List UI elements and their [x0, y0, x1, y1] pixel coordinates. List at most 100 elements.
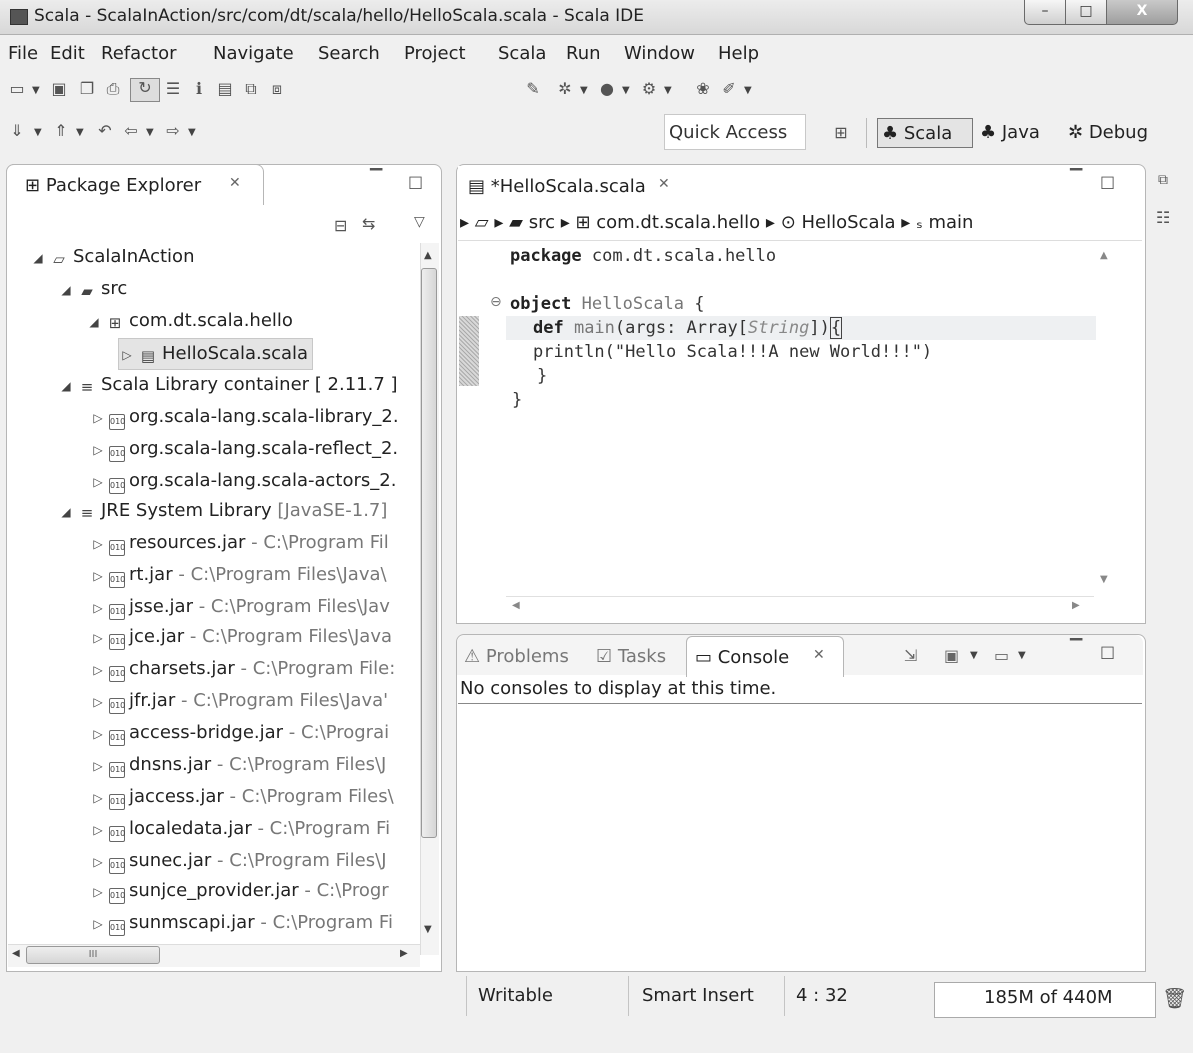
- minimize-button[interactable]: –: [1024, 0, 1066, 25]
- editor-horizontal-scrollbar[interactable]: [506, 596, 1094, 619]
- quick-access-input[interactable]: Quick Access: [664, 114, 806, 150]
- document-icon[interactable]: ▤: [216, 80, 234, 98]
- collapsed-icon[interactable]: ▷: [90, 815, 106, 845]
- minimize-view-icon[interactable]: ▔: [1070, 638, 1082, 657]
- new-dropdown-icon[interactable]: ▼: [32, 85, 40, 96]
- tab-problems[interactable]: ⚠ Problems: [464, 646, 569, 667]
- tree-item-jar[interactable]: ▷ 010 jfr.jar - C:\Program Files\Java': [90, 686, 388, 716]
- editor-tab[interactable]: ▤ *HelloScala.scala ✕: [458, 166, 684, 204]
- next-annotation-dropdown-icon[interactable]: ▼: [34, 127, 42, 138]
- scroll-left-icon[interactable]: ◀: [12, 948, 20, 959]
- debug-dropdown-icon[interactable]: ▼: [580, 85, 588, 96]
- view-menu-icon[interactable]: ▽: [414, 214, 425, 230]
- run-dropdown-icon[interactable]: ▼: [622, 85, 630, 96]
- collapsed-icon[interactable]: ▷: [90, 877, 106, 907]
- menu-file[interactable]: File: [8, 43, 38, 64]
- collapsed-icon[interactable]: ▷: [119, 340, 135, 370]
- expanded-icon[interactable]: ◢: [58, 275, 74, 305]
- collapsed-icon[interactable]: ▷: [90, 847, 106, 877]
- collapsed-icon[interactable]: ▷: [90, 529, 106, 559]
- tab-console[interactable]: ▭ Console ✕: [686, 636, 844, 677]
- breadcrumb-package[interactable]: com.dt.scala.hello: [596, 212, 760, 233]
- scroll-down-icon[interactable]: ▼: [424, 924, 432, 935]
- tree-item-jar[interactable]: ▷ 010 access-bridge.jar - C:\Prograi: [90, 718, 389, 748]
- close-tab-icon[interactable]: ✕: [229, 175, 241, 191]
- breadcrumb-arrow-icon[interactable]: ▸: [460, 212, 475, 233]
- forward-dropdown-icon[interactable]: ▼: [188, 127, 196, 138]
- open-task-icon[interactable]: ⧈: [268, 80, 286, 98]
- collapse-all-icon[interactable]: ⊟: [334, 216, 347, 235]
- expanded-icon[interactable]: ◢: [30, 243, 46, 273]
- tree-item-scala-library[interactable]: ◢ ≡ Scala Library container [ 2.11.7 ]: [58, 370, 397, 401]
- collapsed-icon[interactable]: ▷: [90, 719, 106, 749]
- tree-item-jar[interactable]: ▷ 010 rt.jar - C:\Program Files\Java\: [90, 560, 387, 590]
- last-edit-icon[interactable]: ↶: [96, 122, 114, 140]
- tree-item-jar[interactable]: ▷ 010 localedata.jar - C:\Program Fi: [90, 814, 390, 844]
- horizontal-scroll-thumb[interactable]: III: [26, 946, 160, 964]
- menu-navigate[interactable]: Navigate: [213, 43, 294, 64]
- scroll-left-icon[interactable]: ◀: [512, 600, 520, 611]
- tree-item-jar[interactable]: ▷ 010 org.scala-lang.scala-actors_2.: [90, 466, 396, 496]
- tree-item-jar[interactable]: ▷ 010 charsets.jar - C:\Program File:: [90, 654, 395, 684]
- menu-window[interactable]: Window: [624, 43, 695, 64]
- tree-item-jar[interactable]: ▷ 010 resources.jar - C:\Program Fil: [90, 528, 389, 558]
- tree-item-src[interactable]: ◢ ▰ src: [58, 274, 127, 304]
- open-perspective-icon[interactable]: ⊞: [832, 124, 850, 142]
- scroll-up-icon[interactable]: ▲: [424, 250, 432, 261]
- package-explorer-tab[interactable]: ⊞ Package Explorer ✕: [6, 164, 264, 205]
- menu-run[interactable]: Run: [566, 43, 601, 64]
- toggle-mark-icon[interactable]: ↻: [130, 78, 160, 102]
- breadcrumb-method[interactable]: main: [928, 212, 973, 233]
- run-icon[interactable]: ●: [598, 80, 616, 98]
- collapsed-icon[interactable]: ▷: [90, 909, 106, 939]
- collapsed-icon[interactable]: ▷: [90, 751, 106, 781]
- breadcrumb-class[interactable]: HelloScala: [802, 212, 896, 233]
- save-icon[interactable]: ▣: [50, 80, 68, 98]
- open-console-icon[interactable]: ▭: [994, 646, 1009, 665]
- menu-refactor[interactable]: Refactor: [101, 43, 177, 64]
- menu-scala[interactable]: Scala: [498, 43, 546, 64]
- breadcrumb-arrow-icon[interactable]: ▸: [555, 212, 575, 233]
- maximize-button[interactable]: □: [1065, 0, 1107, 25]
- scroll-right-icon[interactable]: ▶: [1072, 600, 1080, 611]
- tree-item-project[interactable]: ◢ ▱ ScalaInAction: [30, 242, 194, 272]
- back-dropdown-icon[interactable]: ▼: [146, 127, 154, 138]
- breadcrumb-src[interactable]: src: [529, 212, 555, 233]
- expanded-icon[interactable]: ◢: [58, 371, 74, 401]
- scroll-right-icon[interactable]: ▶: [400, 948, 408, 959]
- perspective-java[interactable]: ♣ Java: [980, 118, 1040, 148]
- new-scala-class-icon[interactable]: ✐: [720, 80, 738, 98]
- info-icon[interactable]: ℹ: [190, 80, 208, 98]
- previous-annotation-dropdown-icon[interactable]: ▼: [76, 127, 84, 138]
- tree-item-package[interactable]: ◢ ⊞ com.dt.scala.hello: [86, 306, 293, 336]
- link-with-editor-icon[interactable]: ⇆: [362, 214, 375, 233]
- close-button[interactable]: X: [1106, 0, 1178, 25]
- display-console-dropdown-icon[interactable]: ▼: [970, 650, 978, 661]
- expanded-icon[interactable]: ◢: [86, 307, 102, 337]
- new-icon[interactable]: ▭: [8, 80, 26, 98]
- tree-item-jar[interactable]: ▷ 010 sunec.jar - C:\Program Files\J: [90, 846, 387, 876]
- maximize-view-icon[interactable]: □: [1100, 172, 1115, 191]
- breadcrumb-arrow-icon[interactable]: ▸: [760, 212, 780, 233]
- tree-item-jre-library[interactable]: ◢ ≡ JRE System Library [JavaSE-1.7]: [58, 496, 387, 526]
- scroll-up-icon[interactable]: ▲: [1100, 250, 1108, 261]
- menu-project[interactable]: Project: [404, 43, 466, 64]
- vertical-scroll-thumb[interactable]: [421, 268, 437, 838]
- debug-icon[interactable]: ✲: [556, 80, 574, 98]
- collapsed-icon[interactable]: ▷: [90, 435, 106, 465]
- menu-help[interactable]: Help: [718, 43, 759, 64]
- print-icon[interactable]: ⎙: [104, 80, 122, 98]
- close-tab-icon[interactable]: ✕: [813, 647, 825, 663]
- trash-icon[interactable]: 🗑: [1162, 986, 1187, 1010]
- next-annotation-icon[interactable]: ⇓: [8, 122, 26, 140]
- collapsed-icon[interactable]: ▷: [90, 593, 106, 623]
- skip-breakpoints-icon[interactable]: ✎: [524, 80, 542, 98]
- close-tab-icon[interactable]: ✕: [658, 176, 670, 192]
- new-scala-project-icon[interactable]: ❀: [694, 80, 712, 98]
- forward-icon[interactable]: ⇨: [164, 122, 182, 140]
- external-tools-icon[interactable]: ⚙: [640, 80, 658, 98]
- maximize-view-icon[interactable]: □: [1100, 642, 1115, 661]
- collapsed-icon[interactable]: ▷: [90, 687, 106, 717]
- maximize-view-icon[interactable]: □: [408, 172, 423, 191]
- tab-tasks[interactable]: ☑ Tasks: [596, 646, 666, 667]
